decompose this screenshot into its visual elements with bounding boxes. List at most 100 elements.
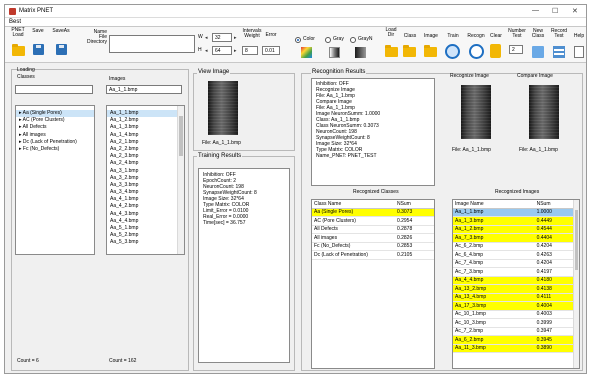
list-item[interactable]: Aa_4_2.bmp (107, 203, 184, 210)
table-row[interactable]: Ac_7_3.bmp 0.4197 (453, 267, 573, 277)
list-item[interactable]: Aa_2_4.bmp (107, 160, 184, 167)
radio-grayn[interactable] (350, 37, 356, 43)
images-scrollbar[interactable] (177, 106, 184, 254)
clear-icon[interactable] (490, 44, 501, 58)
expand-arrow-icon[interactable]: ▸ (19, 110, 22, 116)
table-row[interactable]: Dc (Lack of Penetration) 0.2105 (312, 250, 434, 260)
w-increment-icon[interactable]: ▸ (234, 35, 237, 41)
table-row[interactable]: Ac_10_1.bmp 0.4003 (453, 310, 573, 319)
table-row[interactable]: Aa (Single Pores) 0.3073 (312, 208, 434, 217)
table-row[interactable]: All images 0.2826 (312, 233, 434, 243)
name-input[interactable] (109, 35, 195, 53)
pnet-load-folder-icon[interactable] (12, 44, 25, 56)
table-row[interactable]: Aa_7_3.bmp 0.4404 (453, 233, 573, 243)
radio-gray[interactable] (325, 37, 331, 43)
expand-arrow-icon[interactable]: ▸ (19, 146, 22, 152)
w-decrement-icon[interactable]: ◂ (205, 35, 208, 41)
class-item[interactable]: ▸ Fc (No_Defects) (16, 146, 94, 153)
table-row[interactable]: Aa_13_2.bmp 0.4138 (453, 284, 573, 294)
table-row[interactable]: Aa_6_2.bmp 0.3945 (453, 335, 573, 345)
train-icon[interactable] (445, 44, 460, 59)
h-decrement-icon[interactable]: ◂ (205, 48, 208, 54)
table-row[interactable]: Aa_4_4.bmp 0.4180 (453, 276, 573, 285)
list-item[interactable]: Aa_3_4.bmp (107, 189, 184, 196)
list-item[interactable]: Aa_1_3.bmp (107, 124, 184, 131)
table-row[interactable]: Aa_13_4.bmp 0.4111 (453, 293, 573, 302)
expand-arrow-icon[interactable]: ▸ (19, 139, 22, 145)
classes-search-input[interactable] (15, 85, 93, 94)
record-test-icon[interactable] (553, 46, 565, 58)
minimize-button[interactable]: — (532, 7, 539, 14)
recognized-images-table: Image Name NSum Aa_1_1.bmp 1.0000 Aa_1_3.… (452, 199, 580, 369)
class-item[interactable]: ▸ Dc (Lack of Penetration) (16, 139, 94, 146)
intervals-input[interactable]: 8 (242, 46, 258, 55)
grayn-mode-icon[interactable] (355, 47, 366, 58)
error-input[interactable]: 0.01 (262, 46, 280, 55)
table-row[interactable]: Ac_6_2.bmp 0.4204 (453, 242, 573, 251)
load-class-folder-icon[interactable] (403, 45, 416, 57)
ribbon-tabs: Best (5, 18, 586, 27)
images-scroll-thumb[interactable] (179, 116, 183, 156)
list-item[interactable]: Aa_5_1.bmp (107, 225, 184, 232)
table-row[interactable]: Ac_7_4.bmp 0.4204 (453, 259, 573, 268)
list-item[interactable]: Aa_2_2.bmp (107, 146, 184, 153)
table-row[interactable]: Aa_1_2.bmp 0.4544 (453, 225, 573, 234)
save-as-floppy-icon[interactable] (56, 44, 67, 55)
class-item[interactable]: ▸ All Defects (16, 124, 94, 131)
table-row[interactable]: Ac_6_4.bmp 0.4263 (453, 250, 573, 260)
radio-color[interactable] (295, 37, 301, 43)
expand-arrow-icon[interactable]: ▸ (19, 124, 22, 130)
list-item[interactable]: Aa_2_1.bmp (107, 139, 184, 146)
h-input[interactable]: 64 (212, 46, 232, 55)
table-row[interactable]: Aa_17_3.bmp 0.4004 (453, 301, 573, 311)
help-document-icon[interactable] (574, 46, 584, 58)
expand-arrow-icon[interactable]: ▸ (19, 117, 22, 123)
column-header-nsum[interactable]: NSum (534, 200, 573, 209)
column-header-nsum[interactable]: NSum (394, 200, 434, 209)
tab-best[interactable]: Best (9, 19, 21, 25)
list-item[interactable]: Aa_5_2.bmp (107, 232, 184, 239)
list-item[interactable]: Aa_1_1.bmp (107, 110, 184, 118)
column-header-image-name[interactable]: Image Name (453, 200, 535, 209)
list-item[interactable]: Aa_3_2.bmp (107, 175, 184, 182)
table-row[interactable]: Aa_11_3.bmp 0.3890 (453, 344, 573, 353)
list-item[interactable]: Aa_1_2.bmp (107, 117, 184, 124)
h-increment-icon[interactable]: ▸ (234, 48, 237, 54)
load-image-folder-icon[interactable] (424, 45, 437, 57)
table-row[interactable]: Aa_1_1.bmp 1.0000 (453, 208, 573, 217)
gray-mode-icon[interactable] (329, 47, 340, 58)
save-floppy-icon[interactable] (33, 44, 44, 55)
list-item[interactable]: Aa_1_4.bmp (107, 132, 184, 139)
class-name-cell: AC (Pore Clusters) (312, 216, 395, 226)
list-item[interactable]: Aa_3_3.bmp (107, 182, 184, 189)
w-input[interactable]: 32 (212, 33, 232, 42)
list-item[interactable]: Aa_4_3.bmp (107, 211, 184, 218)
table-row[interactable]: Aa_1_3.bmp 0.4449 (453, 216, 573, 226)
table-row[interactable]: Ac_10_3.bmp 0.3999 (453, 318, 573, 328)
table-row[interactable]: Fc (No_Defects) 0.2853 (312, 242, 434, 251)
class-item[interactable]: ▸ AC (Pore Clusters) (16, 117, 94, 124)
load-dir-folder-icon[interactable] (385, 45, 398, 57)
table-row[interactable]: All Defects 0.2878 (312, 225, 434, 234)
table-row[interactable]: Ac_7_2.bmp 0.3947 (453, 327, 573, 336)
recognized-images-scrollbar[interactable] (573, 200, 579, 368)
list-item[interactable]: Aa_2_3.bmp (107, 153, 184, 160)
class-item[interactable]: ▸ Aa (Single Pores) (16, 110, 94, 118)
close-button[interactable]: ✕ (572, 7, 578, 15)
recognized-images-scroll-thumb[interactable] (575, 210, 578, 270)
images-search-input[interactable]: Aa_1_1.bmp (106, 85, 182, 94)
expand-arrow-icon[interactable]: ▸ (19, 132, 22, 138)
class-item[interactable]: ▸ All images (16, 132, 94, 139)
maximize-button[interactable]: ☐ (552, 7, 558, 15)
nsum-cell: 0.2954 (394, 216, 434, 226)
new-class-icon[interactable] (532, 46, 544, 58)
recognize-icon[interactable] (469, 44, 484, 59)
list-item[interactable]: Aa_3_1.bmp (107, 168, 184, 175)
list-item[interactable]: Aa_4_4.bmp (107, 218, 184, 225)
number-test-input[interactable]: 2 (509, 45, 523, 54)
color-mode-icon[interactable] (301, 47, 312, 58)
column-header-class-name[interactable]: Class Name (312, 200, 395, 209)
list-item[interactable]: Aa_5_3.bmp (107, 239, 184, 246)
list-item[interactable]: Aa_4_1.bmp (107, 196, 184, 203)
table-row[interactable]: AC (Pore Clusters) 0.2954 (312, 216, 434, 226)
